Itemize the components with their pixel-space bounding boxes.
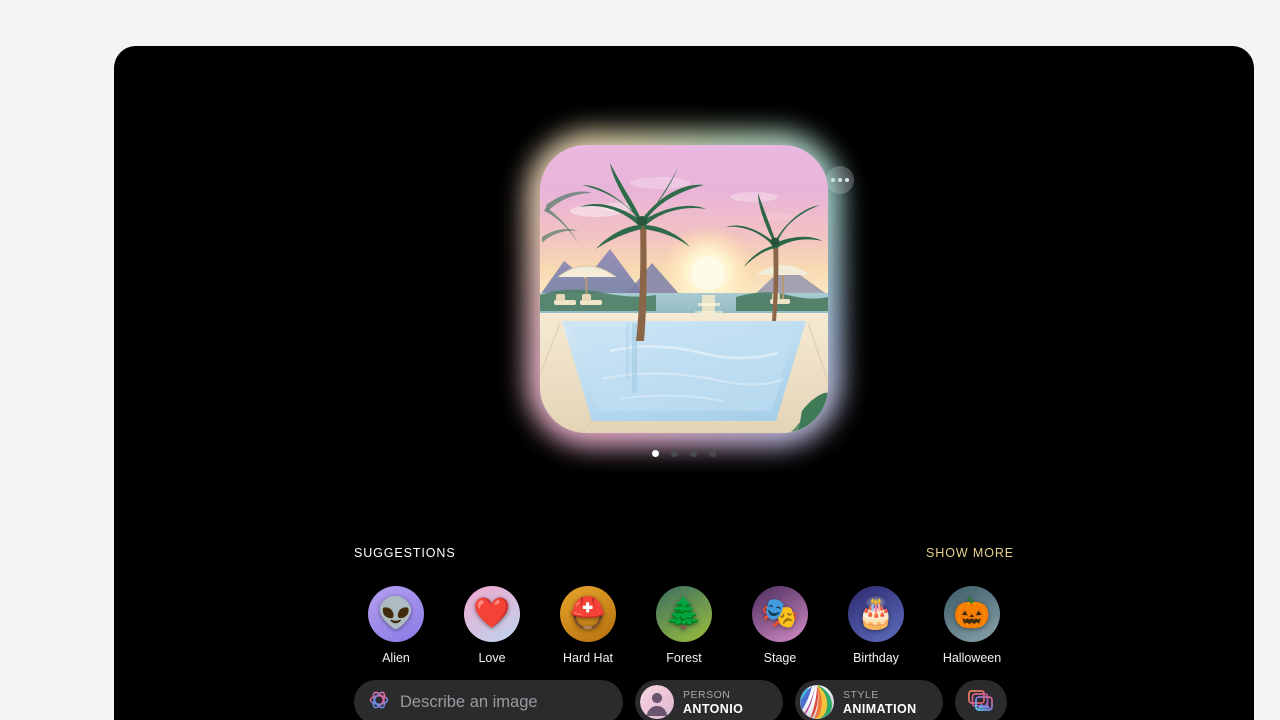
suggestion-glyph: 🌲 [665, 597, 703, 630]
suggestion-item-love[interactable]: ❤️ Love [450, 586, 534, 665]
birthday-icon: 🎂 [848, 586, 904, 642]
suggestion-glyph: ⛑️ [569, 597, 607, 630]
suggestion-glyph: 👽 [377, 597, 415, 630]
suggestion-item-birthday[interactable]: 🎂 Birthday [834, 586, 918, 665]
suggestion-item-stage[interactable]: 🎭 Stage [738, 586, 822, 665]
apple-intelligence-icon [368, 689, 390, 716]
pagination-dot[interactable] [690, 450, 697, 457]
generated-image-card-wrapper [526, 131, 842, 447]
suggestion-list: 👽 Alien ❤️ Love ⛑️ Hard Hat 🌲 Forest 🎭 Stage 🎂 Birt… [354, 586, 1014, 665]
generated-image-card[interactable] [540, 145, 828, 433]
suggestion-label: Forest [666, 651, 702, 665]
suggestion-glyph: 🎂 [857, 597, 895, 630]
suggestion-item-halloween[interactable]: 🎃 Halloween [930, 586, 1014, 665]
show-more-button[interactable]: SHOW MORE [926, 546, 1014, 560]
suggestion-item-forest[interactable]: 🌲 Forest [642, 586, 726, 665]
photo-stack-icon [968, 689, 994, 716]
suggestion-glyph: 🎭 [761, 597, 799, 630]
suggestion-label: Halloween [942, 651, 1002, 665]
person-avatar [640, 685, 674, 719]
alien-icon: 👽 [368, 586, 424, 642]
suggestion-label: Love [478, 651, 506, 665]
image-canvas-stage [114, 46, 1254, 546]
suggestion-glyph: 🎃 [953, 597, 991, 630]
pagination-dot[interactable] [671, 450, 678, 457]
halloween-icon: 🎃 [944, 586, 1000, 642]
suggestions-section: SUGGESTIONS SHOW MORE 👽 Alien ❤️ Love ⛑️ Hard… [354, 546, 1014, 665]
bottom-control-bar: Describe an image PERSON ANTONIO STYLE A… [354, 680, 1014, 720]
style-chip-kicker: STYLE [843, 688, 879, 701]
style-chip-text: STYLE ANIMATION [843, 689, 917, 716]
prompt-placeholder-text: Describe an image [400, 692, 538, 711]
stage-icon: 🎭 [752, 586, 808, 642]
suggestion-item-alien[interactable]: 👽 Alien [354, 586, 438, 665]
suggestions-title: SUGGESTIONS [354, 546, 456, 560]
person-chip[interactable]: PERSON ANTONIO [635, 680, 783, 720]
heart-icon: ❤️ [464, 586, 520, 642]
suggestion-glyph: ❤️ [473, 597, 511, 630]
pagination-dot[interactable] [709, 450, 716, 457]
image-pagination-dots [114, 450, 1254, 457]
suggestion-label: Alien [382, 651, 410, 665]
suggestion-label: Stage [763, 651, 797, 665]
ellipsis-dot-icon [845, 178, 849, 182]
prompt-input-field[interactable]: Describe an image [354, 680, 623, 720]
app-window: SUGGESTIONS SHOW MORE 👽 Alien ❤️ Love ⛑️ Hard… [114, 46, 1254, 720]
person-chip-text: PERSON ANTONIO [683, 689, 743, 716]
style-sphere-icon [800, 685, 834, 719]
suggestion-label: Birthday [853, 651, 899, 665]
hard-hat-icon: ⛑️ [560, 586, 616, 642]
suggestion-label: Hard Hat [562, 651, 614, 665]
person-chip-kicker: PERSON [683, 688, 731, 701]
suggestions-header: SUGGESTIONS SHOW MORE [354, 546, 1014, 566]
style-chip-value: ANIMATION [843, 701, 917, 716]
person-chip-value: ANTONIO [683, 701, 744, 716]
pagination-dot[interactable] [652, 450, 659, 457]
style-chip[interactable]: STYLE ANIMATION [795, 680, 943, 720]
photo-library-button[interactable] [955, 680, 1007, 720]
forest-icon: 🌲 [656, 586, 712, 642]
suggestion-item-hard-hat[interactable]: ⛑️ Hard Hat [546, 586, 630, 665]
